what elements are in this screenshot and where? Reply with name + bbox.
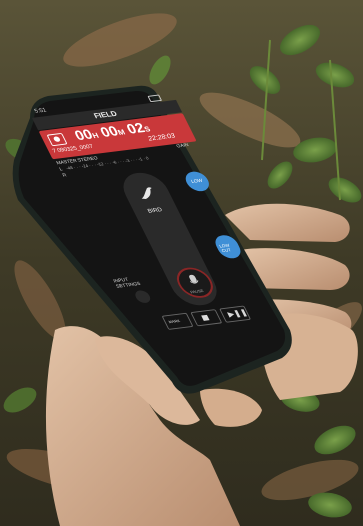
play-pause-icon: ▶❚❚ [226,308,249,319]
record-pause-label: PAUSE [189,288,205,295]
input-settings-label: INPUT SETTINGS [112,277,142,290]
gain-label: GAIN [175,142,190,150]
low-cut-button[interactable]: LOW CUT [211,234,245,260]
transport-mark-label: MARK [167,318,181,325]
microphone-icon [189,274,199,284]
record-icon[interactable] [46,132,68,147]
take-name: 7 090325_0007 [51,144,95,155]
stop-icon [201,314,210,321]
transport-mark-button[interactable]: MARK [161,312,194,330]
photo-scene: 5:51 FIELD 00H 00M 02S 7 090325_0007 22:… [0,0,363,526]
transport-stop-button[interactable] [190,309,223,327]
app-title: FIELD [92,109,119,121]
gain-low-button[interactable]: LOW [181,170,213,193]
low-cut-label: LOW CUT [218,242,232,253]
input-settings-button[interactable] [132,289,153,304]
preset-label: BIRD [146,207,164,215]
transport-bar: MARK ▶❚❚ [161,303,275,330]
transport-play-button[interactable]: ▶❚❚ [219,305,252,323]
bird-icon [141,187,152,200]
status-time: 5:51 [33,107,48,115]
meter-left: L [58,166,64,173]
gain-low-label: LOW [190,178,204,185]
meter-right: R [61,172,68,179]
